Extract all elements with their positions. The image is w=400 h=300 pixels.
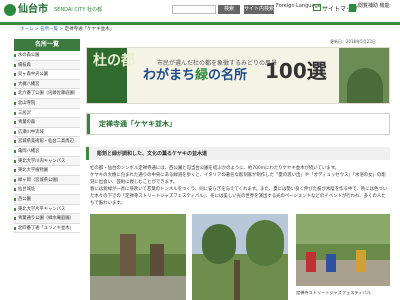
city-emblem-icon[interactable] — [4, 4, 16, 16]
photo-foliage — [296, 214, 390, 244]
body-paragraph-2: ケヤキの大樹に包まれた通りの中央にある緑道を歩くと、イタリアの著名な彫刻家が制作… — [90, 173, 386, 185]
photo-person — [326, 254, 336, 272]
breadcrumb-home[interactable]: ホーム — [20, 27, 33, 32]
photo-path — [90, 276, 186, 300]
banner-title-part-c: の名所 — [208, 68, 248, 83]
sidebar-item[interactable]: 貝ヶ森中央公園 — [14, 70, 80, 80]
photo-person — [356, 250, 366, 272]
sidebar-heading: 名所一覧 — [14, 39, 80, 51]
photo-trunk — [234, 260, 240, 300]
sidebar-item[interactable]: 青葉の森 — [14, 118, 80, 128]
sidebar-item[interactable]: 水の森公園 — [14, 51, 80, 61]
body-paragraph-3: 春には新緑が一斉に芽吹いて若葉のトンネルをつくり、同に安らぎを与えてくれます。ま… — [90, 187, 388, 206]
photo-caption: 定禅寺ストリートジャズフェスティバル — [296, 290, 371, 295]
sidebar-item[interactable]: 仙台城址 — [14, 185, 80, 195]
photo-jazz-festival — [296, 214, 390, 286]
body-paragraph-1: 杜の都・仙台のシンボル定禅寺通には、西公園と勾当台公園を結ぶかのように、約700… — [90, 166, 340, 171]
site-logo[interactable]: 仙台市 — [18, 3, 48, 17]
sidebar-list: 水の森公園 楊枝森 貝ヶ森中央公園 大梶八幡宮 北六番丁公園（内藤佐藤庭園） 北山寺院 三居… — [14, 51, 80, 234]
updated-date: 更新日：2018年5月23日 — [330, 39, 376, 44]
photo-person — [306, 252, 316, 272]
header: 仙台市 SENDAI CITY 杜の都 検索 サイト内検索 Foreign La… — [0, 0, 400, 22]
sidebar-item[interactable]: 広瀬川中流域 — [14, 128, 80, 138]
sidebar-item[interactable]: 西公園 — [14, 194, 80, 205]
banner-title-part-a: わがまち — [143, 68, 196, 83]
page-title: 定禅寺通「ケヤキ並木」 — [99, 120, 176, 128]
sidebar-item[interactable]: 宮城県美術館・仙台二高周辺 — [14, 137, 80, 147]
breadcrumb: ホーム > 名所一覧 > 定禅寺通「ケヤキ並木」 — [20, 27, 115, 32]
banner-number: 100選 — [265, 59, 327, 83]
sidebar: 名所一覧 水の森公園 楊枝森 貝ヶ森中央公園 大梶八幡宮 北六番丁公園（内藤佐藤庭園）北… — [14, 39, 80, 234]
title-accent — [87, 114, 90, 134]
sidebar-item[interactable]: 三居沢 — [14, 109, 80, 119]
sidebar-item[interactable]: 亀岡八幡宮 — [14, 147, 80, 157]
page: 仙台市 SENDAI CITY 杜の都 検索 サイト内検索 Foreign La… — [0, 0, 400, 300]
banner-title-part-b: 緑 — [195, 68, 209, 83]
page-title-box: 定禅寺通「ケヤキ並木」 — [86, 113, 390, 135]
search-button[interactable]: 検索 — [218, 5, 240, 14]
sidebar-item[interactable]: 東北大学川内キャンパス — [14, 156, 80, 167]
photo-tree-crown — [202, 224, 236, 264]
photo-sculpture — [90, 214, 186, 300]
accessibility-icon — [349, 4, 356, 12]
sidebar-item[interactable]: 東北大学植物園 — [14, 166, 80, 176]
sidebar-item[interactable]: 東北大学片平キャンパス — [14, 205, 80, 215]
banner-photo-tree — [347, 68, 383, 103]
section-heading: 彫刻と緑が調和した、文化の薫るケヤキの並木道 — [86, 147, 390, 160]
banner: 杜の都 市民が選んだ杜の都を象徴するみどりの風景 わがまち緑の名所 100選 — [86, 47, 390, 104]
sidebar-item[interactable]: 北六番丁公園（内藤佐藤庭園） — [14, 89, 80, 99]
sidebar-item[interactable]: 楊枝森 — [14, 60, 80, 71]
banner-stamp: 杜の都 — [93, 53, 135, 69]
sidebar-item[interactable]: 大梶八幡宮 — [14, 79, 80, 90]
sitemap-icon — [313, 4, 321, 11]
accessibility-link[interactable]: 閲覧補助 機能 — [358, 3, 390, 9]
banner-title: わがまち緑の名所 — [143, 68, 247, 84]
site-search-button[interactable]: サイト内検索 — [244, 5, 274, 14]
site-logo-subtitle: SENDAI CITY 杜の都 — [54, 7, 102, 13]
banner-subtitle: 市民が選んだ杜の都を象徴するみどりの風景 — [157, 60, 278, 67]
header-divider — [0, 22, 400, 25]
breadcrumb-current: 定禅寺通「ケヤキ並木」 — [64, 27, 115, 32]
photo-tree-crown — [246, 220, 284, 266]
photo-foliage — [90, 214, 186, 254]
body-text: 杜の都・仙台のシンボル定禅寺通には、西公園と勾当台公園を結ぶかのように、約700… — [90, 165, 388, 207]
sidebar-item[interactable]: 緑ヶ岡（宮城県公園） — [14, 175, 80, 186]
breadcrumb-level1[interactable]: 名所一覧 — [40, 27, 58, 32]
photo-zelkova-trees — [192, 214, 288, 300]
section-title: 彫刻と緑が調和した、文化の薫るケヤキの並木道 — [97, 151, 208, 157]
sidebar-item[interactable]: 北山寺院 — [14, 98, 80, 109]
sidebar-item[interactable]: 青葉通り公園（緑水庵庭園） — [14, 214, 80, 224]
sidebar-item[interactable]: 北四番丁通「ユリノキ並木」 — [14, 224, 80, 234]
search-input[interactable] — [172, 5, 216, 14]
